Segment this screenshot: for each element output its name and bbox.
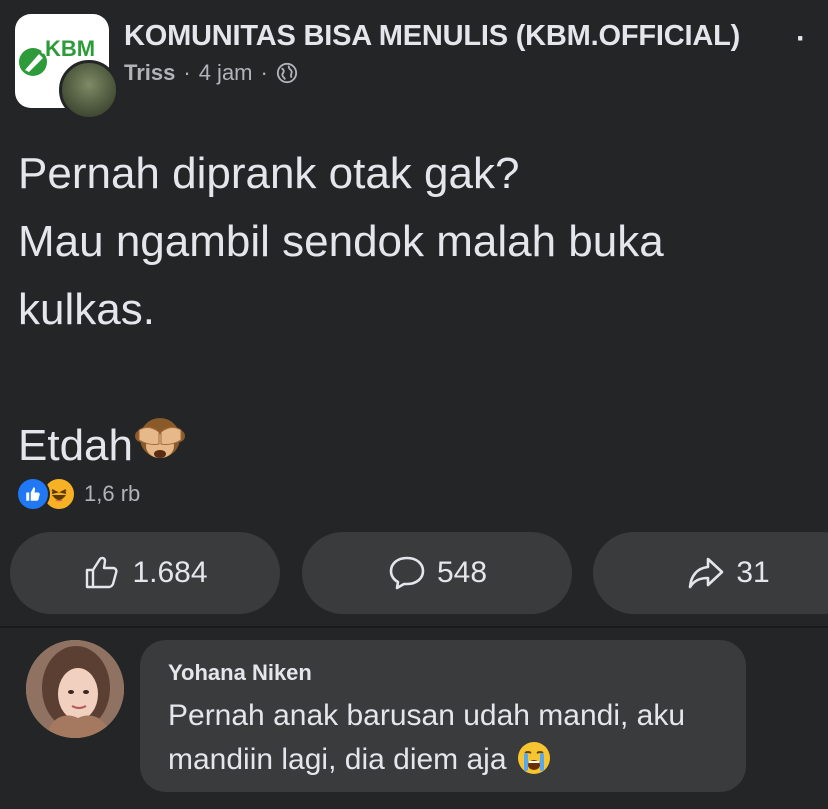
comment-line-with-emoji: mandiin lagi, dia diem aja — [168, 738, 738, 782]
group-name[interactable]: KOMUNITAS BISA MENULIS (KBM.OFFICIAL) — [124, 20, 740, 53]
section-divider — [0, 626, 828, 628]
thumbs-up-icon — [86, 556, 119, 589]
globe-icon — [276, 62, 297, 84]
comment-bubble-icon — [389, 556, 425, 590]
comment-bubble[interactable]: Yohana Niken Pernah anak barusan udah ma… — [140, 640, 746, 792]
reaction-summary[interactable]: 1,6 rb — [16, 477, 141, 511]
comment-count: 548 — [436, 556, 488, 589]
comment-line: Pernah anak barusan udah mandi, aku — [168, 699, 686, 732]
post-line: Pernah diprank otak gak? — [18, 149, 520, 198]
post-closing-line: Etdah — [18, 412, 808, 480]
share-arrow-icon — [689, 557, 724, 589]
commenter-photo — [26, 640, 124, 738]
crying-face-icon — [517, 742, 550, 774]
share-button[interactable]: 31 — [593, 532, 828, 614]
like-button[interactable]: 1.684 — [10, 532, 280, 614]
meta-separator: · — [260, 60, 268, 85]
post-body: Pernah diprank otak gak? Mau ngambil sen… — [18, 140, 808, 480]
action-bar: 1.684 548 31 — [0, 532, 828, 614]
comment-text: Pernah anak barusan udah mandi, aku mand… — [168, 694, 738, 782]
like-count: 1.684 — [132, 556, 208, 589]
post-meta: Triss · 4 jam · — [124, 60, 298, 86]
group-logo-text: KBM — [45, 36, 96, 61]
more-dots-icon[interactable]: · — [796, 22, 806, 56]
post-line: Mau ngambil sendok malah buka — [18, 217, 664, 266]
commenter-name[interactable]: Yohana Niken — [168, 660, 312, 686]
like-reaction-icon — [16, 477, 50, 511]
see-no-evil-monkey-icon — [134, 418, 185, 458]
comment-line: mandiin lagi, dia diem aja — [168, 743, 507, 776]
share-count: 31 — [736, 556, 770, 589]
post-blank-line — [18, 344, 808, 412]
post-time[interactable]: 4 jam — [199, 60, 253, 86]
post-line: kulkas. — [18, 285, 155, 334]
comment-button[interactable]: 548 — [302, 532, 572, 614]
author-avatar[interactable] — [59, 60, 119, 120]
author-name[interactable]: Triss — [124, 60, 175, 86]
post-header: KBM KOMUNITAS BISA MENULIS (KBM.OFFICIAL… — [0, 0, 828, 120]
reaction-count: 1,6 rb — [84, 481, 141, 506]
meta-separator: · — [183, 60, 191, 85]
post-closing-text: Etdah — [18, 421, 133, 470]
commenter-avatar[interactable] — [26, 640, 124, 738]
